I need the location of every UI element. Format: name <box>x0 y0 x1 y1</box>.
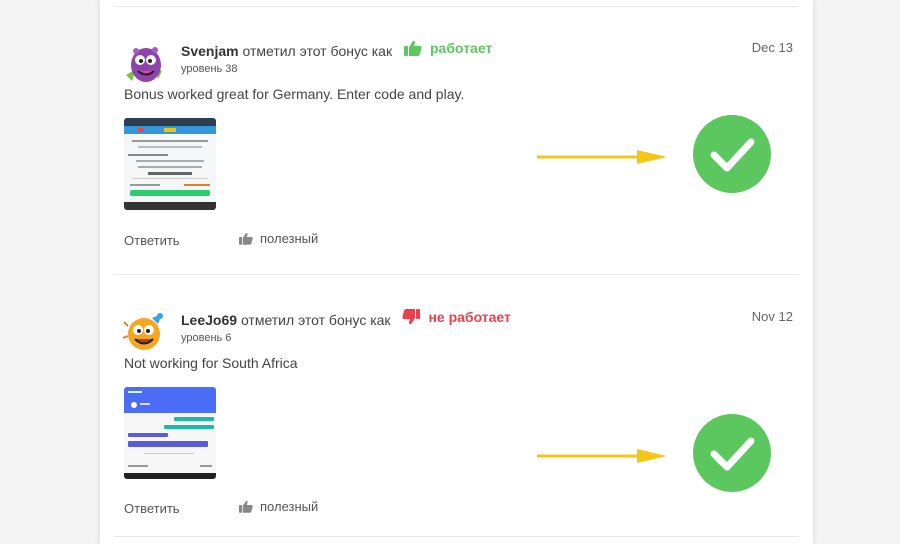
thumbs-down-icon <box>402 309 421 325</box>
action-text: отметил этот бонус как <box>240 312 391 328</box>
review-date: Nov 12 <box>751 309 793 324</box>
checkmark-circle-icon <box>693 414 771 492</box>
verdict-badge: не работает <box>402 309 511 325</box>
checkmark-circle-icon <box>693 115 771 193</box>
divider <box>114 536 799 537</box>
thumbs-up-icon <box>404 40 422 56</box>
user-avatar[interactable] <box>122 41 168 87</box>
review-header: Svenjam отметил этот бонус как работает <box>181 40 492 59</box>
reply-button[interactable]: Ответить <box>124 233 180 248</box>
thumbs-up-icon <box>239 232 253 245</box>
useful-label: полезный <box>260 499 319 514</box>
divider <box>114 6 799 7</box>
review-header: LeeJo69 отметил этот бонус как не работа… <box>181 309 511 328</box>
verdict-badge: работает <box>404 40 492 56</box>
useful-label: полезный <box>260 231 319 246</box>
reply-button[interactable]: Ответить <box>124 501 180 516</box>
user-level: уровень 6 <box>181 332 232 344</box>
arrow-right-icon <box>537 449 667 463</box>
username-link[interactable]: Svenjam <box>181 43 239 59</box>
screenshot-thumbnail[interactable] <box>124 118 216 210</box>
useful-button[interactable]: полезный <box>239 499 318 514</box>
screenshot-thumbnail[interactable] <box>124 387 216 479</box>
reviews-card: Svenjam отметил этот бонус как работает … <box>100 0 813 544</box>
review-date: Dec 13 <box>751 40 793 55</box>
username-link[interactable]: LeeJo69 <box>181 312 237 328</box>
arrow-right-icon <box>537 150 667 164</box>
divider <box>114 274 799 275</box>
review-text: Not working for South Africa <box>124 355 298 371</box>
thumbs-up-icon <box>239 500 253 513</box>
review-text: Bonus worked great for Germany. Enter co… <box>124 86 465 102</box>
useful-button[interactable]: полезный <box>239 231 318 246</box>
user-level: уровень 38 <box>181 63 238 75</box>
user-avatar[interactable] <box>122 308 168 354</box>
action-text: отметил этот бонус как <box>242 43 393 59</box>
verdict-label: не работает <box>428 309 511 325</box>
verdict-label: работает <box>430 40 493 56</box>
